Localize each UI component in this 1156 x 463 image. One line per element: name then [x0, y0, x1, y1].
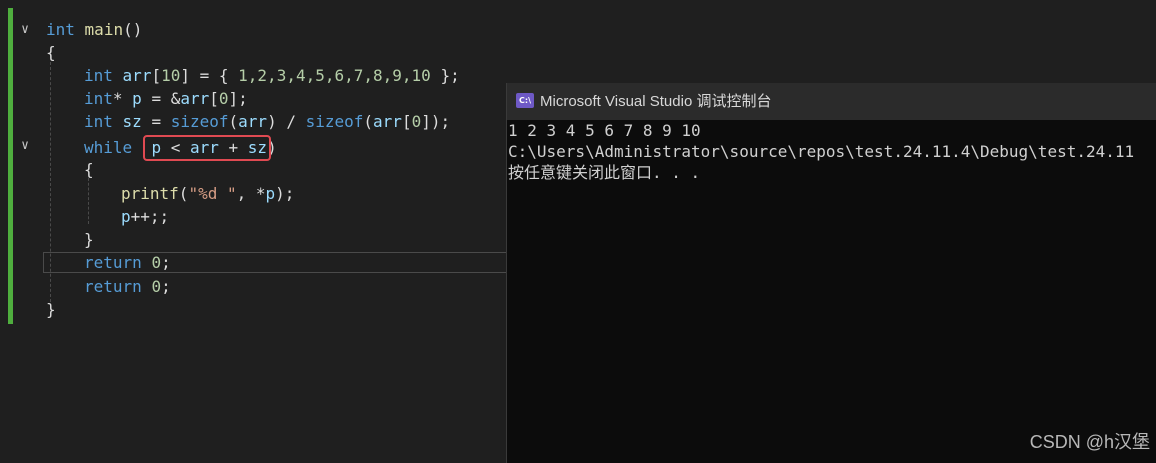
code-line-13: }: [46, 300, 56, 319]
watermark: CSDN @h汉堡: [1029, 432, 1150, 452]
code-line-11: return 0;: [84, 253, 171, 272]
code-line-2: {: [46, 43, 56, 62]
indent-guide: [88, 178, 89, 224]
code-line-5: int sz = sizeof(arr) / sizeof(arr[0]);: [84, 112, 451, 131]
console-output-line-1: 1 2 3 4 5 6 7 8 9 10: [508, 121, 701, 140]
chevron-down-icon[interactable]: ∨: [18, 139, 32, 153]
console-title-bar[interactable]: C:\ Microsoft Visual Studio 调试控制台: [507, 83, 1156, 120]
code-line-8: printf("%d ", *p);: [121, 184, 295, 203]
console-title: Microsoft Visual Studio 调试控制台: [540, 93, 772, 110]
chevron-down-icon[interactable]: ∨: [18, 23, 32, 37]
code-line-1: int main(): [46, 20, 143, 39]
change-indicator-bar: [8, 8, 13, 324]
code-line-3: int arr[10] = { 1,2,3,4,5,6,7,8,9,10 };: [84, 66, 460, 85]
code-line-7: {: [84, 160, 94, 179]
debug-console-window[interactable]: C:\ Microsoft Visual Studio 调试控制台 1 2 3 …: [506, 83, 1156, 463]
highlight-box: [143, 135, 271, 161]
console-output-line-2: C:\Users\Administrator\source\repos\test…: [508, 142, 1135, 161]
code-line-10: }: [84, 230, 94, 249]
code-line-12: return 0;: [84, 277, 171, 296]
console-app-icon: C:\: [516, 93, 534, 108]
code-line-9: p++;;: [121, 207, 170, 226]
console-output-line-3: 按任意键关闭此窗口. . .: [508, 163, 701, 182]
code-line-4: int* p = &arr[0];: [84, 89, 248, 108]
